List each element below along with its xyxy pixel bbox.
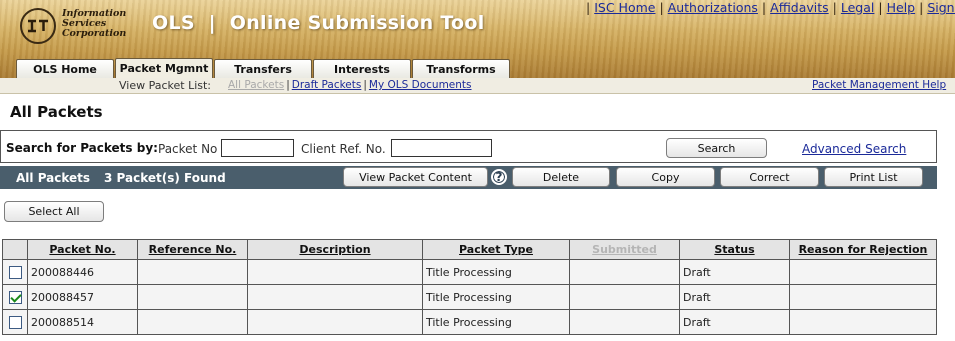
authorizations-link[interactable]: Authorizations <box>668 0 758 15</box>
table-row[interactable]: 200088457 Title Processing Draft <box>2 284 937 310</box>
table-header-row: Packet No. Reference No. Description Pac… <box>2 239 937 260</box>
sign-out-link[interactable]: Sign Out <box>927 0 955 15</box>
cell-reference-no <box>137 284 248 310</box>
column-header-packet-type[interactable]: Packet Type <box>422 239 570 260</box>
affidavits-link[interactable]: Affidavits <box>770 0 829 15</box>
legal-link[interactable]: Legal <box>841 0 875 15</box>
select-all-button[interactable]: Select All <box>4 201 104 222</box>
advanced-search-link[interactable]: Advanced Search <box>802 142 906 156</box>
cell-reason-for-rejection <box>789 284 937 310</box>
column-header-description[interactable]: Description <box>247 239 423 260</box>
tab-transforms[interactable]: Transforms <box>412 59 510 78</box>
search-button[interactable]: Search <box>666 138 767 158</box>
cell-packet-no: 200088446 <box>27 259 138 285</box>
cell-reason-for-rejection <box>789 259 937 285</box>
column-header-packet-no[interactable]: Packet No. <box>27 239 138 260</box>
cell-description <box>247 309 423 335</box>
packet-no-input[interactable] <box>221 139 294 157</box>
help-icon[interactable]: ? <box>491 169 507 185</box>
cell-description <box>247 284 423 310</box>
view-packet-list-label: View Packet List: <box>119 79 212 92</box>
isc-logo-text: Information Services Corporation <box>62 9 142 39</box>
search-title: Search for Packets by: <box>6 141 158 155</box>
draft-packets-link[interactable]: Draft Packets <box>292 79 362 91</box>
tab-packet-mgmnt[interactable]: Packet Mgmnt <box>115 58 213 78</box>
cell-status: Draft <box>679 309 790 335</box>
main-tabs: OLS Home Packet Mgmnt Transfers Interest… <box>16 58 511 78</box>
cell-reference-no <box>137 309 248 335</box>
results-count: 3 Packet(s) Found <box>104 171 226 185</box>
cell-status: Draft <box>679 284 790 310</box>
cell-submitted <box>569 284 680 310</box>
cell-packet-type: Title Processing <box>422 284 570 310</box>
tab-interests[interactable]: Interests <box>313 59 411 78</box>
checkbox-cell <box>2 259 28 285</box>
results-toolbar: All Packets 3 Packet(s) Found View Packe… <box>0 166 937 189</box>
cell-packet-type: Title Processing <box>422 259 570 285</box>
cell-reference-no <box>137 259 248 285</box>
tab-ols-home[interactable]: OLS Home <box>16 59 114 78</box>
cell-description <box>247 259 423 285</box>
isc-logo[interactable]: Information Services Corporation <box>20 6 130 46</box>
view-packet-content-button[interactable]: View Packet Content <box>343 167 488 187</box>
cell-submitted <box>569 259 680 285</box>
logo-line-3: Corporation <box>62 28 127 39</box>
packet-no-label: Packet No <box>158 142 218 156</box>
packet-management-help-link[interactable]: Packet Management Help <box>812 79 946 91</box>
row-checkbox[interactable] <box>8 290 22 304</box>
column-header-reason-for-rejection[interactable]: Reason for Rejection <box>789 239 937 260</box>
top-links: | ISC Home | Authorizations | Affidavits | Lega… <box>586 0 955 15</box>
cell-submitted <box>569 309 680 335</box>
checkbox-cell <box>2 309 28 335</box>
client-ref-label: Client Ref. No. <box>301 142 386 156</box>
delete-button[interactable]: Delete <box>512 167 610 187</box>
app-title: OLS | Online Submission Tool <box>152 12 485 34</box>
isc-logo-mark-icon <box>20 8 56 44</box>
cell-status: Draft <box>679 259 790 285</box>
packets-table-body: 200088446 Title Processing Draft 200088457 T… <box>2 259 937 335</box>
select-column-header <box>2 239 28 260</box>
packet-list-links: All Packets | Draft Packets | My OLS Documen… <box>228 79 472 91</box>
table-row[interactable]: 200088446 Title Processing Draft <box>2 259 937 285</box>
column-header-status[interactable]: Status <box>679 239 790 260</box>
correct-button[interactable]: Correct <box>720 167 819 187</box>
copy-button[interactable]: Copy <box>616 167 715 187</box>
packet-subnav: View Packet List: All Packets | Draft Pack… <box>0 78 955 94</box>
isc-home-link[interactable]: ISC Home <box>594 0 655 15</box>
checkbox-cell <box>2 284 28 310</box>
help-link[interactable]: Help <box>887 0 916 15</box>
results-title: All Packets <box>16 171 91 185</box>
header-banner: Information Services Corporation OLS | O… <box>0 0 955 78</box>
row-checkbox[interactable] <box>8 315 22 329</box>
tab-transfers[interactable]: Transfers <box>214 59 312 78</box>
packets-table: Packet No. Reference No. Description Pac… <box>2 239 937 335</box>
print-list-button[interactable]: Print List <box>824 167 923 187</box>
all-packets-link[interactable]: All Packets <box>228 79 284 91</box>
row-checkbox[interactable] <box>8 265 22 279</box>
cell-reason-for-rejection <box>789 309 937 335</box>
cell-packet-type: Title Processing <box>422 309 570 335</box>
page-title: All Packets <box>10 103 103 121</box>
my-ols-documents-link[interactable]: My OLS Documents <box>369 79 472 91</box>
column-header-submitted: Submitted <box>569 239 680 260</box>
table-row[interactable]: 200088514 Title Processing Draft <box>2 309 937 335</box>
cell-packet-no: 200088514 <box>27 309 138 335</box>
cell-packet-no: 200088457 <box>27 284 138 310</box>
packet-search-panel: Search for Packets by: Packet No Client … <box>0 130 937 163</box>
isc-logo-glyph-icon <box>28 19 48 33</box>
client-ref-input[interactable] <box>391 139 492 157</box>
column-header-reference-no[interactable]: Reference No. <box>137 239 248 260</box>
